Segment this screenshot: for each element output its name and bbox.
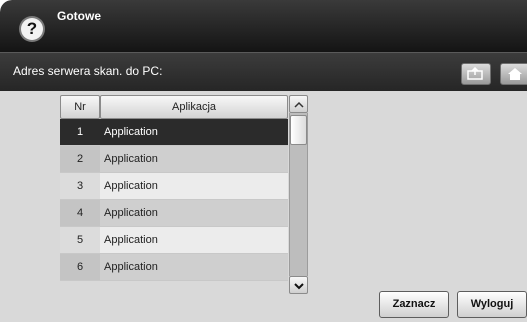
- back-button[interactable]: [461, 63, 491, 85]
- row-application: Application: [104, 153, 158, 165]
- table-row[interactable]: 2 Application: [60, 146, 288, 173]
- home-icon: [508, 68, 522, 80]
- status-text: Gotowe: [57, 9, 101, 23]
- row-application: Application: [104, 234, 158, 246]
- home-button[interactable]: [500, 63, 527, 85]
- help-icon[interactable]: ?: [21, 18, 43, 40]
- subheader-bar: Adres serwera skan. do PC:: [0, 52, 527, 91]
- page-title: Adres serwera skan. do PC:: [13, 64, 163, 78]
- row-application: Application: [104, 180, 158, 192]
- scrollbar-thumb[interactable]: [290, 115, 307, 145]
- chevron-down-icon: [293, 283, 304, 290]
- table-row[interactable]: 3 Application: [60, 173, 288, 200]
- row-number: 1: [60, 119, 100, 145]
- scroll-up-button[interactable]: [289, 95, 308, 113]
- row-application: Application: [104, 261, 158, 273]
- logout-button[interactable]: Wyloguj: [457, 291, 527, 318]
- row-application: Application: [104, 207, 158, 219]
- header-bar: ? Gotowe: [0, 0, 527, 52]
- column-header-nr[interactable]: Nr: [60, 95, 100, 119]
- row-number: 5: [60, 227, 100, 253]
- table-row[interactable]: 1 Application: [60, 119, 288, 146]
- table-row[interactable]: 4 Application: [60, 200, 288, 227]
- row-number: 4: [60, 200, 100, 226]
- column-header-application[interactable]: Aplikacja: [100, 95, 288, 119]
- table-row[interactable]: 6 Application: [60, 254, 288, 281]
- screen: ? Gotowe Adres serwera skan. do PC: Nr A…: [0, 0, 527, 322]
- row-number: 3: [60, 173, 100, 199]
- row-number: 2: [60, 146, 100, 172]
- table-row[interactable]: 5 Application: [60, 227, 288, 254]
- row-application: Application: [104, 126, 158, 138]
- back-arrow-icon: [467, 67, 483, 80]
- row-number: 6: [60, 254, 100, 280]
- scroll-down-button[interactable]: [289, 276, 308, 294]
- select-button[interactable]: Zaznacz: [379, 291, 449, 318]
- chevron-up-icon: [293, 101, 304, 108]
